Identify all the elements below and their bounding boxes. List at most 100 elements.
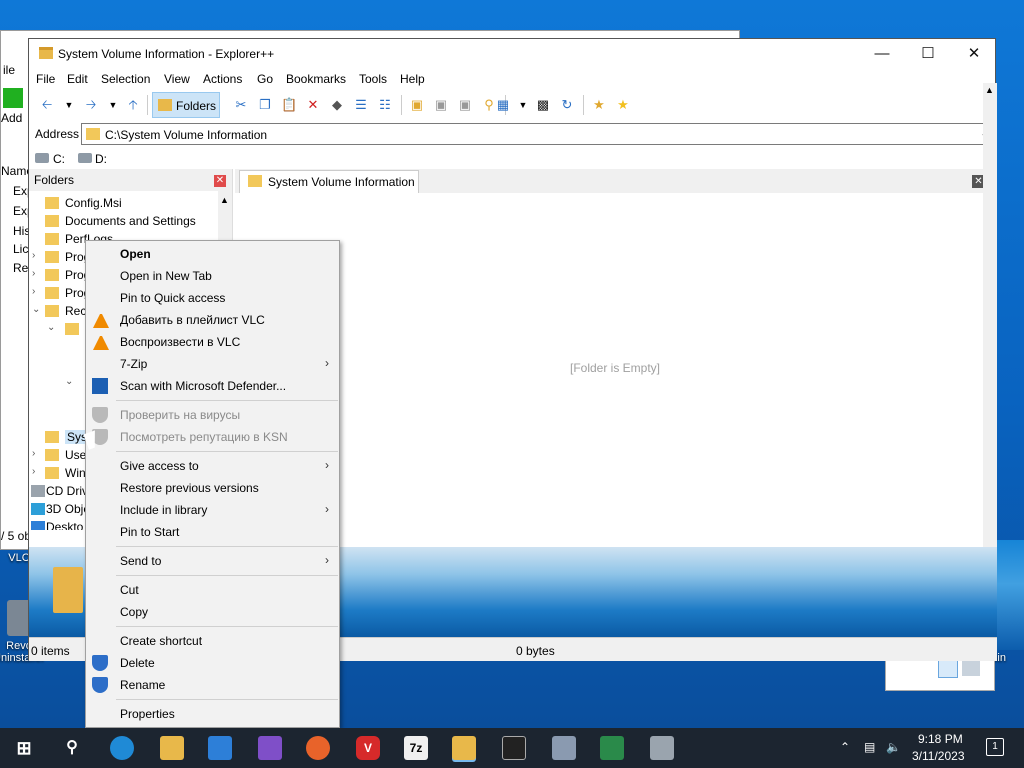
menu-item-cut[interactable]: Cut	[86, 579, 339, 601]
chevron-up-icon[interactable]: ▲	[220, 195, 229, 205]
menu-item-send-to[interactable]: Send to ›	[86, 550, 339, 572]
edge-icon[interactable]	[110, 736, 134, 760]
menu-actions[interactable]: Actions	[203, 72, 242, 86]
maximize-button[interactable]: ☐	[905, 39, 951, 69]
chevron-up-icon[interactable]: ⌃	[840, 740, 850, 754]
file-list-area[interactable]: System Volume Information ✕ [Folder is E…	[235, 169, 995, 547]
tree-item[interactable]: Config.Msi	[29, 194, 219, 212]
menu-bookmarks[interactable]: Bookmarks	[286, 72, 346, 86]
menu-item-restore-versions[interactable]: Restore previous versions	[86, 477, 339, 499]
volume-icon[interactable]: 🔈	[886, 740, 901, 754]
add-bookmark-icon[interactable]: ★	[591, 97, 607, 113]
back-dropdown-icon[interactable]: ▼	[61, 97, 77, 113]
clock-date[interactable]: 3/11/2023	[912, 749, 965, 763]
delete-icon[interactable]: ✕	[305, 97, 321, 113]
bookmarks-icon[interactable]: ★	[615, 97, 631, 113]
menu-item-include-library[interactable]: Include in library ›	[86, 499, 339, 521]
chevron-down-icon[interactable]: ⌄	[65, 376, 73, 387]
copy-to-folder-icon[interactable]: ▣	[457, 97, 473, 113]
empty-folder-message: [Folder is Empty]	[569, 361, 661, 375]
up-icon[interactable]: 🡡	[125, 97, 141, 113]
chevron-right-icon[interactable]: ›	[32, 448, 35, 459]
notification-center-button[interactable]: 1	[986, 738, 1004, 756]
close-button[interactable]: ✕	[951, 39, 997, 69]
drive-d-icon	[78, 153, 92, 163]
close-icon[interactable]: ✕	[214, 175, 226, 187]
address-input[interactable]: C:\System Volume Information ⌄	[81, 123, 995, 145]
bg-row: / 5 ob	[1, 529, 32, 543]
store-icon[interactable]	[208, 736, 232, 760]
firefox-icon[interactable]	[306, 736, 330, 760]
back-icon[interactable]: 🡠	[39, 97, 55, 113]
menu-item-give-access[interactable]: Give access to ›	[86, 455, 339, 477]
properties-icon[interactable]: ☰	[353, 97, 369, 113]
menu-file[interactable]: File	[36, 72, 55, 86]
chevron-right-icon[interactable]: ›	[32, 250, 35, 261]
menu-tools[interactable]: Tools	[359, 72, 387, 86]
menu-item-properties[interactable]: Properties	[86, 703, 339, 725]
notepad-icon[interactable]	[600, 736, 624, 760]
menu-item-defender-scan[interactable]: Scan with Microsoft Defender...	[86, 375, 339, 397]
cut-icon[interactable]: ✂	[233, 97, 249, 113]
drive-d-button[interactable]: D:	[95, 152, 107, 166]
tree-item[interactable]: Documents and Settings	[29, 212, 219, 230]
forward-icon[interactable]: 🡢	[83, 97, 99, 113]
menu-item-open-new-tab[interactable]: Open in New Tab	[86, 265, 339, 287]
menu-edit[interactable]: Edit	[67, 72, 88, 86]
preview-view-icon[interactable]	[962, 660, 980, 676]
vivaldi-icon[interactable]: V	[356, 736, 380, 760]
views-icon[interactable]: ▦	[495, 97, 511, 113]
new-folder-icon[interactable]: ▣	[409, 97, 425, 113]
drive-c-button[interactable]: C:	[53, 152, 65, 166]
chevron-down-icon[interactable]: ⌄	[47, 322, 55, 333]
menu-item-open[interactable]: Open	[86, 243, 339, 265]
copy-icon[interactable]: ❐	[257, 97, 273, 113]
search-icon[interactable]: ⚲	[60, 736, 84, 760]
tab-system-volume-information[interactable]: System Volume Information	[239, 170, 419, 193]
menu-item-create-shortcut[interactable]: Create shortcut	[86, 630, 339, 652]
chevron-up-icon[interactable]: ▲	[985, 85, 994, 95]
menu-item-delete[interactable]: Delete	[86, 652, 339, 674]
menu-item-add-vlc-playlist[interactable]: Добавить в плейлист VLC	[86, 309, 339, 331]
menu-go[interactable]: Go	[257, 72, 273, 86]
menu-help[interactable]: Help	[400, 72, 425, 86]
chevron-right-icon[interactable]: ›	[32, 268, 35, 279]
refresh-icon[interactable]: ↻	[559, 97, 575, 113]
chevron-right-icon[interactable]: ›	[32, 466, 35, 477]
menu-item-pin-start[interactable]: Pin to Start	[86, 521, 339, 543]
visual-studio-icon[interactable]	[258, 736, 282, 760]
menu-item-copy[interactable]: Copy	[86, 601, 339, 623]
menu-item-pin-quick-access[interactable]: Pin to Quick access	[86, 287, 339, 309]
menu-item-label: Restore previous versions	[120, 481, 259, 495]
title-bar[interactable]: System Volume Information - Explorer++ —…	[29, 39, 995, 69]
chevron-right-icon[interactable]: ›	[32, 286, 35, 297]
chevron-down-icon[interactable]: ⌄	[32, 304, 40, 315]
delete-permanently-icon[interactable]: ◆	[329, 97, 345, 113]
details-view-icon[interactable]	[938, 660, 958, 678]
menu-item-7zip[interactable]: 7-Zip ›	[86, 353, 339, 375]
folder-icon	[158, 99, 172, 111]
menu-view[interactable]: View	[164, 72, 190, 86]
menu-selection[interactable]: Selection	[101, 72, 150, 86]
explorer-plus-icon[interactable]	[452, 736, 476, 760]
move-to-icon[interactable]: ▣	[433, 97, 449, 113]
menu-item-play-vlc[interactable]: Воспроизвести в VLC	[86, 331, 339, 353]
minimize-button[interactable]: —	[859, 39, 905, 69]
terminal-icon[interactable]	[502, 736, 526, 760]
forward-dropdown-icon[interactable]: ▼	[105, 97, 121, 113]
content-vertical-scrollbar[interactable]: ▲ ▼	[983, 83, 997, 581]
copy-to-icon[interactable]: ☷	[377, 97, 393, 113]
clock-time[interactable]: 9:18 PM	[918, 732, 963, 746]
start-button[interactable]: ⊞	[12, 736, 36, 760]
menu-item-label: Cut	[120, 583, 139, 597]
network-icon[interactable]: ▤	[864, 740, 875, 754]
command-prompt-icon[interactable]: ▩	[535, 97, 551, 113]
views-dropdown-icon[interactable]: ▼	[515, 97, 531, 113]
file-explorer-icon[interactable]	[160, 736, 184, 760]
system-tool-icon[interactable]	[552, 736, 576, 760]
paste-icon[interactable]: 📋	[281, 97, 297, 113]
menu-item-rename[interactable]: Rename	[86, 674, 339, 696]
7zip-icon[interactable]: 7z	[404, 736, 428, 760]
folders-toggle-button[interactable]: Folders	[152, 92, 220, 118]
installer-icon[interactable]	[650, 736, 674, 760]
